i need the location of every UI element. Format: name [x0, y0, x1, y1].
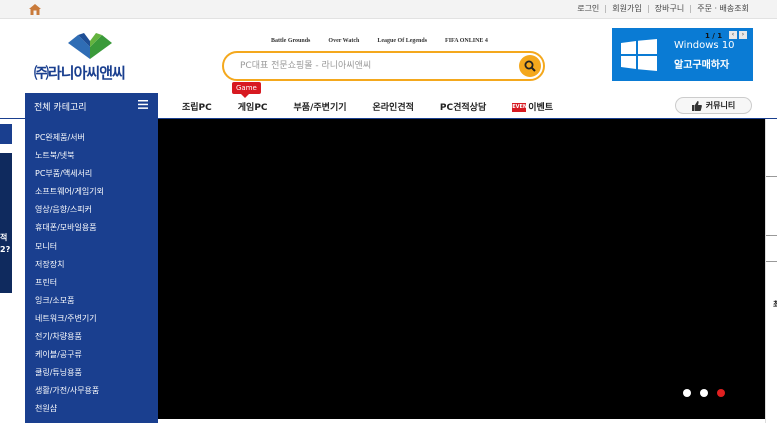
search-input[interactable] [240, 58, 510, 74]
divider [647, 4, 649, 13]
side-banner-image [0, 153, 12, 293]
login-link[interactable]: 로그인 [577, 3, 599, 14]
category-item[interactable]: 휴대폰/모바일용품 [25, 219, 158, 237]
category-item[interactable]: 생활/가전/사무용품 [25, 382, 158, 400]
thumbs-up-icon [691, 100, 702, 111]
nav-item-custom-pc[interactable]: 조립PC [182, 100, 212, 113]
all-categories-button[interactable]: 전체 카테고리 [25, 93, 158, 119]
divider [605, 4, 607, 13]
quick-link-fifa[interactable]: FIFA ONLINE 4 [445, 38, 488, 44]
nav-item-parts[interactable]: 부품/주변기기 [294, 100, 347, 113]
site-header: ㈜라니아씨앤씨 Battle Grounds Over Watch League… [0, 19, 777, 93]
event-icon: EVENT [512, 102, 531, 112]
side-banner-block [0, 124, 12, 144]
carousel-dot[interactable] [700, 389, 708, 397]
divider [766, 235, 777, 236]
category-item[interactable]: 전기/차량용품 [25, 328, 158, 346]
order-tracking-link[interactable]: 주문 · 배송조회 [697, 3, 749, 14]
carousel-dot-active[interactable] [717, 389, 725, 397]
logo-mark-icon [68, 33, 112, 59]
left-side-banner[interactable]: 적 2? [0, 119, 25, 423]
category-item[interactable]: PC완제품/서버 [25, 129, 158, 147]
quick-link-battlegrounds[interactable]: Battle Grounds [271, 38, 310, 44]
category-item[interactable]: 모니터 [25, 238, 158, 256]
game-quick-links: Battle Grounds Over Watch League Of Lege… [271, 38, 488, 44]
category-item[interactable]: 케이블/공구류 [25, 346, 158, 364]
community-label: 커뮤니티 [705, 101, 736, 110]
quick-link-overwatch[interactable]: Over Watch [328, 38, 359, 44]
divider [766, 261, 777, 262]
side-banner-text: 적 2? [0, 233, 11, 254]
banner-subtitle: 알고구매하자 [674, 60, 730, 71]
right-panel-text: 최 [773, 300, 777, 309]
divider [690, 4, 692, 13]
windows-banner[interactable]: 1 / 1 ‹ › Windows 10 알고구매하자 [612, 28, 753, 81]
category-item[interactable]: 영상/음향/스피커 [25, 201, 158, 219]
nav-item-event-label: 이벤트 [528, 102, 554, 113]
signup-link[interactable]: 회원가입 [612, 3, 641, 14]
category-item[interactable]: 네트워크/주변기기 [25, 310, 158, 328]
community-button[interactable]: 커뮤니티 [675, 97, 752, 114]
category-item[interactable]: 천원샵 [25, 400, 158, 418]
nav-item-gaming-pc[interactable]: 게임PC [238, 100, 268, 113]
banner-title: Windows 10 [674, 40, 735, 51]
hamburger-menu-icon [138, 100, 148, 109]
category-item[interactable]: 저장장치 [25, 256, 158, 274]
banner-pager: 1 / 1 [705, 32, 723, 40]
next-arrow-icon[interactable]: › [739, 31, 747, 39]
nav-item-consult[interactable]: PC견적상담 [440, 100, 486, 113]
right-side-panel[interactable]: 최 [765, 119, 777, 423]
category-item[interactable]: 프린터 [25, 274, 158, 292]
category-item[interactable]: 노트북/넷북 [25, 147, 158, 165]
category-list: PC완제품/서버 노트북/넷북 PC부품/액세서리 소프트웨어/게임기외 영상/… [25, 119, 158, 423]
cart-link[interactable]: 장바구니 [655, 3, 684, 14]
nav-menu: 조립PC 게임PC 부품/주변기기 온라인견적 PC견적상담 EVENT이벤트 [182, 93, 579, 119]
quick-link-lol[interactable]: League Of Legends [377, 38, 427, 44]
prev-arrow-icon[interactable]: ‹ [729, 31, 737, 39]
utility-links: 로그인 회원가입 장바구니 주문 · 배송조회 [577, 3, 749, 14]
windows-logo-icon [621, 39, 657, 71]
search-icon [524, 60, 536, 72]
all-categories-label: 전체 카테고리 [34, 103, 87, 113]
search-box [222, 51, 545, 81]
divider [766, 176, 777, 177]
top-utility-bar: 로그인 회원가입 장바구니 주문 · 배송조회 [0, 0, 777, 19]
hero-carousel[interactable] [158, 119, 765, 419]
nav-item-online-quote[interactable]: 온라인견적 [373, 100, 414, 113]
main-nav: 전체 카테고리 Game 조립PC 게임PC 부품/주변기기 온라인견적 PC견… [0, 82, 777, 119]
logo[interactable]: ㈜라니아씨앤씨 [34, 33, 146, 85]
category-item[interactable]: 소프트웨어/게임기외 [25, 183, 158, 201]
search-button[interactable] [519, 55, 541, 77]
category-item[interactable]: 잉크/소모품 [25, 292, 158, 310]
carousel-dot[interactable] [683, 389, 691, 397]
home-icon[interactable] [29, 4, 41, 15]
nav-item-event[interactable]: EVENT이벤트 [512, 100, 553, 113]
logo-text: ㈜라니아씨앤씨 [34, 65, 126, 82]
carousel-dots [683, 389, 725, 397]
banner-arrows: ‹ › [729, 31, 747, 39]
category-item[interactable]: PC부품/액세서리 [25, 165, 158, 183]
main-stage: 적 2? PC완제품/서버 노트북/넷북 PC부품/액세서리 소프트웨어/게임기… [0, 119, 777, 423]
category-item[interactable]: 쿨링/튜닝용품 [25, 364, 158, 382]
